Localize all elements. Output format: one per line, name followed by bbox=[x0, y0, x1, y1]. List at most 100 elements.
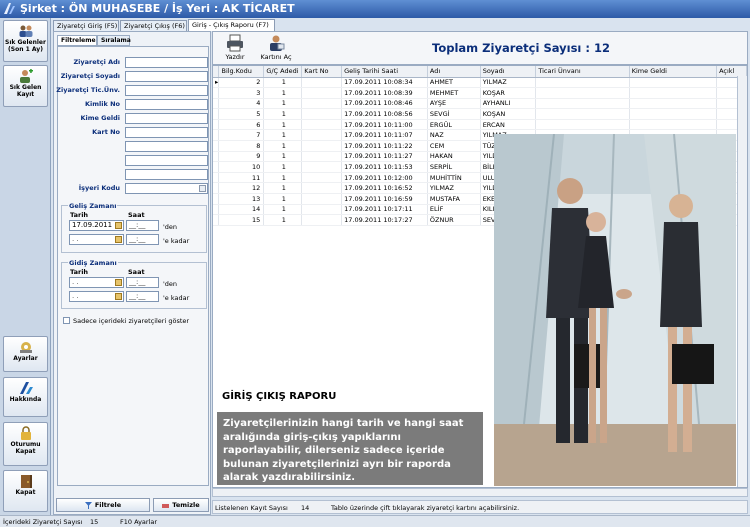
table-row[interactable]: 3 1 17.09.2011 10:08:39 MEHMET KOŞAR bbox=[213, 87, 747, 99]
entry-time-label: Saat bbox=[128, 211, 145, 219]
table-row[interactable]: ▸ 2 1 17.09.2011 10:08:34 AHMET YILMAZ bbox=[213, 77, 747, 89]
exit-time-label: Saat bbox=[128, 268, 145, 276]
column-header[interactable]: Kart No bbox=[301, 66, 343, 78]
column-header[interactable]: Soyadı bbox=[480, 66, 537, 78]
filter-form: Ziyaretçi Adı Ziyaretçi Soyadı Ziyaretçi… bbox=[56, 46, 209, 486]
table-cell: MUHİTTİN bbox=[427, 172, 481, 184]
table-cell bbox=[629, 108, 718, 120]
exit-date-to-input[interactable]: . . bbox=[69, 291, 124, 302]
workplace-code-label: İşyeri Kodu bbox=[78, 184, 120, 192]
table-row[interactable]: 6 1 17.09.2011 10:11:00 ERGÜL ERCAN bbox=[213, 119, 747, 131]
inside-count-value: 15 bbox=[90, 518, 99, 526]
inside-count-label: İçerideki Ziyaretçi Sayısı bbox=[3, 518, 83, 526]
exit-time-to-input[interactable]: __:__ bbox=[126, 291, 159, 302]
table-cell: AHMET bbox=[427, 77, 481, 89]
entry-date-from-input[interactable]: 17.09.2011 bbox=[69, 220, 124, 231]
workplace-code-select[interactable] bbox=[125, 183, 208, 194]
host-input[interactable] bbox=[125, 113, 208, 124]
tab-visitor-entry[interactable]: Ziyaretçi Giriş (F5) bbox=[53, 20, 119, 31]
table-cell: 17.09.2011 10:08:46 bbox=[341, 98, 428, 110]
visitor-company-label: Ziyaretçi Tic.Ünv. bbox=[56, 86, 120, 94]
print-button[interactable]: Yazdır bbox=[221, 34, 249, 61]
table-row[interactable]: 5 1 17.09.2011 10:08:56 SEVGİ KOŞAN bbox=[213, 108, 747, 120]
only-inside-label: Sadece içerideki ziyaretçileri göster bbox=[73, 317, 190, 325]
table-cell: 1 bbox=[263, 87, 303, 99]
nav-exit-button[interactable]: Kapat bbox=[3, 470, 48, 512]
clear-button[interactable]: Temizle bbox=[153, 498, 209, 512]
exit-time-from-input[interactable]: __:__ bbox=[126, 277, 159, 288]
filter-button[interactable]: Filtrele bbox=[56, 498, 150, 512]
settings-icon bbox=[19, 342, 32, 353]
vertical-scrollbar[interactable] bbox=[737, 76, 747, 487]
table-cell: 1 bbox=[263, 172, 303, 184]
horizontal-scrollbar[interactable] bbox=[212, 488, 748, 497]
nav-frequent-record-button[interactable]: Sık Gelen Kayıt bbox=[3, 65, 48, 107]
entry-time-from-input[interactable]: __:__ bbox=[126, 220, 159, 231]
only-inside-checkbox[interactable] bbox=[63, 317, 70, 324]
table-cell: 9 bbox=[218, 151, 265, 163]
table-row[interactable]: 4 1 17.09.2011 10:08:46 AYŞE AYHANLI bbox=[213, 98, 747, 110]
left-nav: Sık Gelenler (Son 1 Ay) Sık Gelen Kayıt … bbox=[0, 18, 51, 515]
table-cell bbox=[535, 108, 630, 120]
subtab-sort[interactable]: Sıralama bbox=[97, 35, 131, 46]
visitor-name-input[interactable] bbox=[125, 57, 208, 68]
nav-settings-button[interactable]: Ayarlar bbox=[3, 336, 48, 372]
table-cell: 17.09.2011 10:11:53 bbox=[341, 161, 428, 173]
funnel-icon bbox=[84, 501, 92, 509]
table-cell: 1 bbox=[263, 204, 303, 216]
tab-visitor-exit[interactable]: Ziyaretçi Çıkış (F6) bbox=[120, 20, 187, 31]
table-cell bbox=[301, 129, 343, 142]
column-header[interactable]: Kime Geldi bbox=[629, 66, 718, 78]
extra-input-1[interactable] bbox=[125, 141, 208, 152]
table-cell bbox=[535, 119, 630, 131]
open-card-button[interactable]: Kartını Aç bbox=[258, 34, 294, 61]
table-cell: 12 bbox=[218, 182, 265, 195]
total-visitor-count: Toplam Ziyaretçi Sayısı : 12 bbox=[432, 41, 610, 55]
extra-input-2[interactable] bbox=[125, 155, 208, 166]
subtab-filter[interactable]: Filtreleme bbox=[57, 35, 97, 46]
door-exit-icon bbox=[20, 475, 32, 488]
table-cell: MUSTAFA bbox=[427, 193, 481, 205]
table-cell: 17.09.2011 10:17:27 bbox=[341, 214, 428, 226]
lookup-icon bbox=[199, 185, 206, 192]
nav-logout-button[interactable]: Oturumu Kapat bbox=[3, 422, 48, 466]
column-header[interactable]: G/Ç Adedi bbox=[263, 66, 303, 78]
entry-date-to-input[interactable]: . . bbox=[69, 234, 124, 245]
extra-input-3[interactable] bbox=[125, 169, 208, 180]
column-header[interactable]: Adı bbox=[427, 66, 481, 78]
eraser-icon bbox=[162, 503, 170, 508]
calendar-icon[interactable] bbox=[115, 293, 122, 300]
table-cell: 1 bbox=[263, 214, 303, 226]
table-cell: 1 bbox=[263, 129, 303, 142]
table-cell: 13 bbox=[218, 193, 265, 205]
table-cell: 6 bbox=[218, 119, 265, 131]
visitor-company-input[interactable] bbox=[125, 85, 208, 96]
exit-to-suffix: 'e kadar bbox=[163, 294, 190, 302]
table-cell bbox=[535, 98, 630, 110]
nav-about-button[interactable]: Hakkında bbox=[3, 377, 48, 417]
table-cell: 17.09.2011 10:16:52 bbox=[341, 182, 428, 195]
id-number-input[interactable] bbox=[125, 99, 208, 110]
listed-count-label: Listelenen Kayıt Sayısı bbox=[215, 504, 288, 512]
visitor-surname-input[interactable] bbox=[125, 71, 208, 82]
calendar-icon[interactable] bbox=[115, 279, 122, 286]
exit-date-from-input[interactable]: . . bbox=[69, 277, 124, 288]
entry-time-to-input[interactable]: __:__ bbox=[126, 234, 159, 245]
table-cell: ÖZNUR bbox=[427, 214, 481, 226]
nav-frequent-visitors-button[interactable]: Sık Gelenler (Son 1 Ay) bbox=[3, 20, 48, 62]
table-cell: 4 bbox=[218, 98, 265, 110]
column-header[interactable]: Geliş Tarihi Saati bbox=[341, 66, 428, 78]
nav-label: Oturumu Kapat bbox=[10, 441, 41, 455]
card-number-input[interactable] bbox=[125, 127, 208, 138]
exit-time-title: Gidiş Zamanı bbox=[68, 259, 118, 267]
column-header[interactable]: Ticari Ünvanı bbox=[535, 66, 630, 78]
calendar-icon[interactable] bbox=[115, 236, 122, 243]
column-header[interactable]: Bilg.Kodu bbox=[218, 66, 265, 78]
nav-label: Hakkında bbox=[9, 396, 42, 403]
calendar-icon[interactable] bbox=[115, 222, 122, 229]
table-cell bbox=[301, 77, 343, 89]
row-indicator: ▸ bbox=[213, 77, 220, 89]
tab-entry-exit-report[interactable]: Giriş - Çıkış Raporu (F7) bbox=[188, 19, 275, 31]
status-bar: İçerideki Ziyaretçi Sayısı 15 F10 Ayarla… bbox=[0, 515, 750, 527]
title-bar: Şirket : ÖN MUHASEBE / İş Yeri : AK TİCA… bbox=[0, 0, 750, 18]
